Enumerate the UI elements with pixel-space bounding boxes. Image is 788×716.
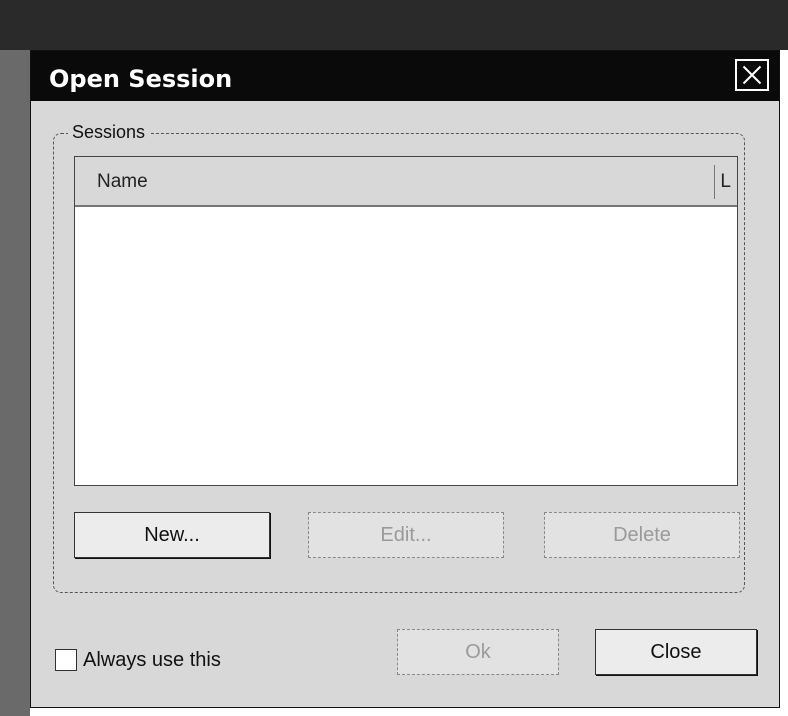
dialog-title: Open Session (49, 65, 233, 93)
edit-session-button[interactable]: Edit... (308, 512, 504, 558)
close-icon[interactable] (735, 59, 769, 91)
column-header-name[interactable]: Name (97, 171, 148, 193)
sessions-list[interactable]: Name L (74, 156, 738, 486)
list-header: Name L (75, 157, 737, 207)
background-strip-top (0, 0, 788, 50)
ok-button[interactable]: Ok (397, 629, 559, 675)
delete-session-button[interactable]: Delete (544, 512, 740, 558)
column-separator[interactable] (714, 165, 715, 199)
always-use-checkbox[interactable] (55, 649, 77, 671)
background-strip-left (0, 50, 30, 716)
sessions-group-label: Sessions (68, 122, 150, 143)
sessions-groupbox: Sessions Name L New... Edit... Delete (53, 122, 745, 593)
close-button[interactable]: Close (595, 629, 757, 675)
dialog-client-area: Sessions Name L New... Edit... Delete Al… (31, 101, 779, 707)
open-session-dialog: Open Session Sessions Name L New... Edit… (30, 50, 780, 708)
column-header-l[interactable]: L (720, 171, 731, 193)
new-session-button[interactable]: New... (74, 512, 270, 558)
always-use-label[interactable]: Always use this (83, 649, 221, 672)
